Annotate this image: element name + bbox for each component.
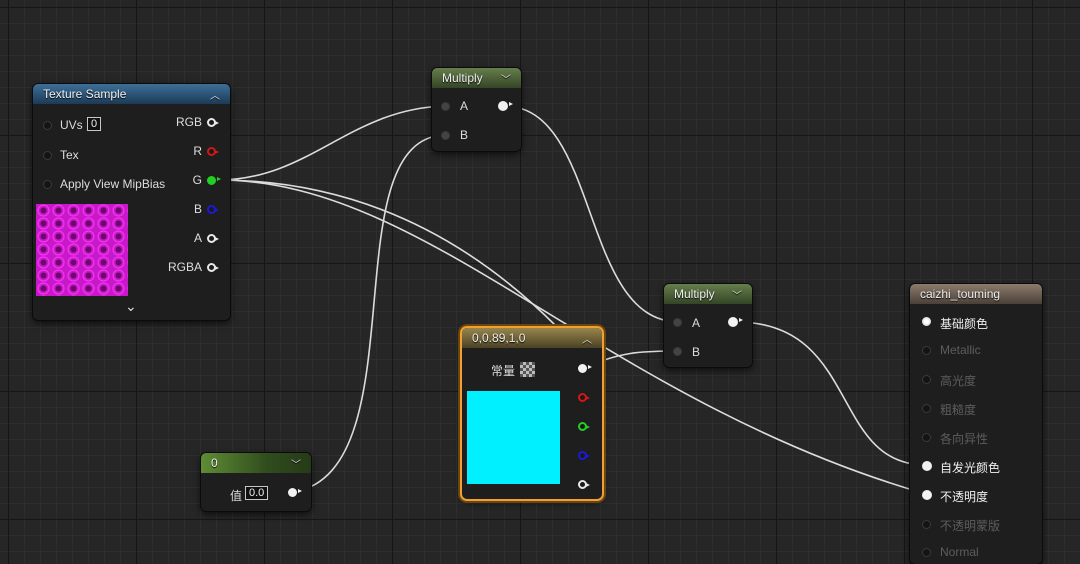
constant-g-output-pin[interactable] (578, 422, 590, 431)
scalar-title: 0 (211, 456, 218, 470)
multiply-1-a-label: A (460, 99, 469, 113)
texture-sample-header[interactable]: Texture Sample ︿ (33, 84, 230, 104)
base-color-label: 基础颜色 (940, 317, 989, 331)
material-output-node[interactable]: caizhi_touming 基础颜色 Metallic 高光度 粗糙度 各向异… (910, 284, 1042, 564)
constant-r-output-pin[interactable] (578, 393, 590, 402)
multiply-2-a-pin[interactable] (673, 318, 682, 327)
opacity-mask-pin[interactable] (922, 520, 931, 529)
a-output-pin[interactable] (207, 234, 219, 243)
constant-vector-header[interactable]: 0,0.89,1,0 ︿ (462, 328, 602, 348)
b-output-label: B (193, 202, 202, 216)
scalar-value-field[interactable]: 0.0 (245, 486, 269, 500)
wire-multiply1-to-multiply2-a (503, 105, 679, 323)
r-output-label: R (193, 144, 202, 158)
multiply-1-title: Multiply (442, 71, 483, 85)
metallic-pin[interactable] (922, 346, 931, 355)
material-output-header[interactable]: caizhi_touming (910, 284, 1042, 304)
collapse-chevron-icon[interactable]: ︿ (582, 331, 592, 346)
mipbias-input-pin[interactable] (43, 180, 52, 189)
uvs-value-field[interactable]: 0 (87, 117, 102, 131)
constant-b-output-pin[interactable] (578, 451, 590, 460)
emissive-color-label: 自发光颜色 (940, 461, 1001, 475)
a-output-label: A (193, 231, 202, 245)
scalar-output-pin[interactable] (288, 488, 302, 497)
chevron-down-icon[interactable]: ﹀ (501, 71, 511, 86)
color-preview-swatch (467, 391, 560, 484)
rgba-output-pin[interactable] (207, 263, 219, 272)
constant-vector-title: 0,0.89,1,0 (472, 331, 526, 345)
specular-label: 高光度 (940, 374, 977, 388)
multiply-2-a-label: A (692, 316, 701, 330)
constant-vector-node[interactable]: 0,0.89,1,0 ︿ 常量 (462, 328, 602, 499)
checker-icon (520, 362, 535, 377)
multiply-node-2[interactable]: Multiply ﹀ A B (664, 284, 752, 367)
wire-scalar-to-multiply1-b (293, 134, 447, 493)
mipbias-label: Apply View MipBias (60, 177, 166, 191)
g-output-label: G (192, 173, 202, 187)
opacity-mask-label: 不透明蒙版 (940, 519, 1001, 533)
metallic-label: Metallic (940, 343, 981, 357)
r-output-pin[interactable] (207, 147, 219, 156)
multiply-1-output-pin[interactable] (498, 101, 513, 111)
multiply-2-header[interactable]: Multiply ﹀ (664, 284, 752, 304)
multiply-1-header[interactable]: Multiply ﹀ (432, 68, 521, 88)
opacity-label: 不透明度 (940, 490, 989, 504)
scalar-param-label: 值 (230, 489, 243, 503)
constant-a-output-pin[interactable] (578, 480, 590, 489)
anisotropy-label: 各向异性 (940, 432, 989, 446)
scalar-header[interactable]: 0 ﹀ (201, 453, 311, 473)
texture-sample-title: Texture Sample (43, 87, 127, 101)
anisotropy-pin[interactable] (922, 433, 931, 442)
b-output-pin[interactable] (207, 205, 219, 214)
material-output-title: caizhi_touming (920, 287, 1001, 301)
roughness-pin[interactable] (922, 404, 931, 413)
texture-preview-image (36, 204, 128, 296)
wire-g-to-multiply1-a (217, 105, 447, 181)
multiply-node-1[interactable]: Multiply ﹀ A B (432, 68, 521, 151)
multiply-1-b-pin[interactable] (441, 131, 450, 140)
multiply-2-b-pin[interactable] (673, 347, 682, 356)
constant-param-label: 常量 (491, 364, 516, 378)
base-color-pin[interactable] (922, 317, 931, 326)
expand-chevron-icon[interactable]: ⌄ (125, 298, 137, 315)
scalar-node[interactable]: 0 ﹀ 值 0.0 (201, 453, 311, 511)
chevron-down-icon[interactable]: ﹀ (732, 287, 742, 302)
normal-label: Normal (940, 545, 979, 559)
rgb-output-label: RGB (175, 115, 202, 129)
collapse-chevron-icon[interactable]: ︿ (210, 87, 220, 102)
uvs-input-pin[interactable] (43, 121, 52, 130)
wire-multiply2-to-emissive (735, 321, 927, 466)
opacity-pin[interactable] (922, 490, 932, 500)
tex-input-pin[interactable] (43, 151, 52, 160)
uvs-label: UVs (60, 118, 83, 132)
rgba-output-label: RGBA (167, 260, 202, 274)
g-output-pin[interactable] (207, 176, 221, 185)
rgb-output-pin[interactable] (207, 118, 219, 127)
specular-pin[interactable] (922, 375, 931, 384)
multiply-1-a-pin[interactable] (441, 102, 450, 111)
roughness-label: 粗糙度 (940, 403, 977, 417)
texture-sample-node[interactable]: Texture Sample ︿ UVs 0 Tex Apply View Mi… (33, 84, 230, 320)
chevron-down-icon[interactable]: ﹀ (291, 456, 301, 471)
constant-rgb-output-pin[interactable] (578, 364, 592, 373)
multiply-2-b-label: B (692, 345, 701, 359)
multiply-1-b-label: B (460, 128, 469, 142)
multiply-2-output-pin[interactable] (728, 317, 743, 327)
emissive-color-pin[interactable] (922, 461, 932, 471)
multiply-2-title: Multiply (674, 287, 715, 301)
tex-label: Tex (60, 148, 79, 162)
